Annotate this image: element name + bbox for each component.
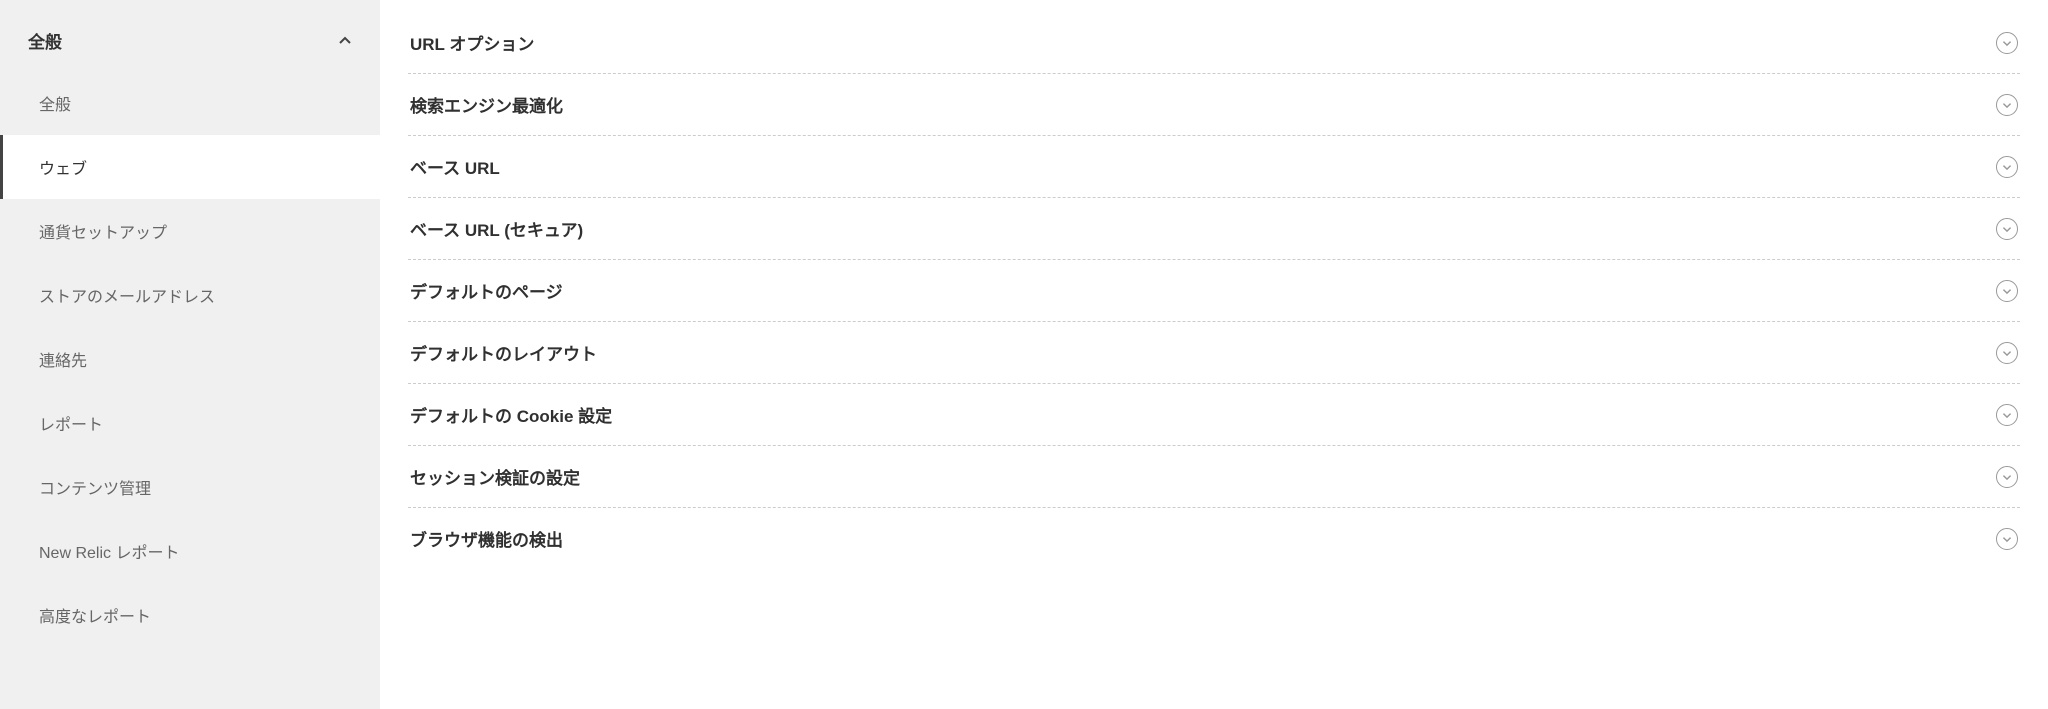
expand-down-icon <box>1996 280 2018 302</box>
section-default-pages[interactable]: デフォルトのページ <box>408 260 2020 322</box>
expand-down-icon <box>1996 404 2018 426</box>
section-title: デフォルトのレイアウト <box>410 340 597 365</box>
section-base-url-secure[interactable]: ベース URL (セキュア) <box>408 198 2020 260</box>
sidebar-item-advanced-report[interactable]: 高度なレポート <box>0 583 380 647</box>
sidebar-item-contacts[interactable]: 連絡先 <box>0 327 380 391</box>
sidebar-item-label: ストアのメールアドレス <box>39 289 215 306</box>
sidebar-item-label: ウェブ <box>39 161 87 178</box>
chevron-up-icon <box>338 34 352 48</box>
section-url-options[interactable]: URL オプション <box>408 12 2020 74</box>
expand-down-icon <box>1996 466 2018 488</box>
section-title: URL オプション <box>410 30 534 55</box>
section-session-validation[interactable]: セッション検証の設定 <box>408 446 2020 508</box>
sidebar-item-reports[interactable]: レポート <box>0 391 380 455</box>
expand-down-icon <box>1996 94 2018 116</box>
content-panel: URL オプション 検索エンジン最適化 ベース URL ベース URL (セキュ… <box>380 0 2048 709</box>
section-title: 検索エンジン最適化 <box>410 92 563 117</box>
sidebar-item-currency-setup[interactable]: 通貨セットアップ <box>0 199 380 263</box>
section-default-layout[interactable]: デフォルトのレイアウト <box>408 322 2020 384</box>
sidebar-item-web[interactable]: ウェブ <box>0 135 380 199</box>
section-default-cookie[interactable]: デフォルトの Cookie 設定 <box>408 384 2020 446</box>
expand-down-icon <box>1996 156 2018 178</box>
sidebar-item-label: New Relic レポート <box>39 545 179 562</box>
sidebar-group-header-general[interactable]: 全般 <box>0 10 380 71</box>
sidebar-item-content-management[interactable]: コンテンツ管理 <box>0 455 380 519</box>
sidebar-item-label: レポート <box>39 417 103 434</box>
sidebar-item-label: 連絡先 <box>39 353 87 370</box>
expand-down-icon <box>1996 218 2018 240</box>
section-title: セッション検証の設定 <box>410 464 580 489</box>
sidebar-item-new-relic-report[interactable]: New Relic レポート <box>0 519 380 583</box>
section-title: ブラウザ機能の検出 <box>410 526 563 551</box>
sidebar-group-header-label: 全般 <box>28 28 62 53</box>
section-seo[interactable]: 検索エンジン最適化 <box>408 74 2020 136</box>
section-base-url[interactable]: ベース URL <box>408 136 2020 198</box>
section-title: ベース URL <box>410 154 500 179</box>
section-browser-capability[interactable]: ブラウザ機能の検出 <box>408 508 2020 569</box>
section-title: デフォルトの Cookie 設定 <box>410 402 612 427</box>
sidebar-item-label: 全般 <box>39 97 71 114</box>
sidebar-item-label: コンテンツ管理 <box>39 481 151 498</box>
section-title: ベース URL (セキュア) <box>410 216 583 241</box>
expand-down-icon <box>1996 32 2018 54</box>
section-title: デフォルトのページ <box>410 278 563 303</box>
expand-down-icon <box>1996 342 2018 364</box>
sidebar: 全般 全般 ウェブ 通貨セットアップ ストアのメールアドレス 連絡先 レポート … <box>0 0 380 709</box>
sidebar-item-store-email[interactable]: ストアのメールアドレス <box>0 263 380 327</box>
sidebar-item-label: 通貨セットアップ <box>39 225 167 242</box>
sidebar-item-general[interactable]: 全般 <box>0 71 380 135</box>
expand-down-icon <box>1996 528 2018 550</box>
sidebar-item-label: 高度なレポート <box>39 609 151 626</box>
